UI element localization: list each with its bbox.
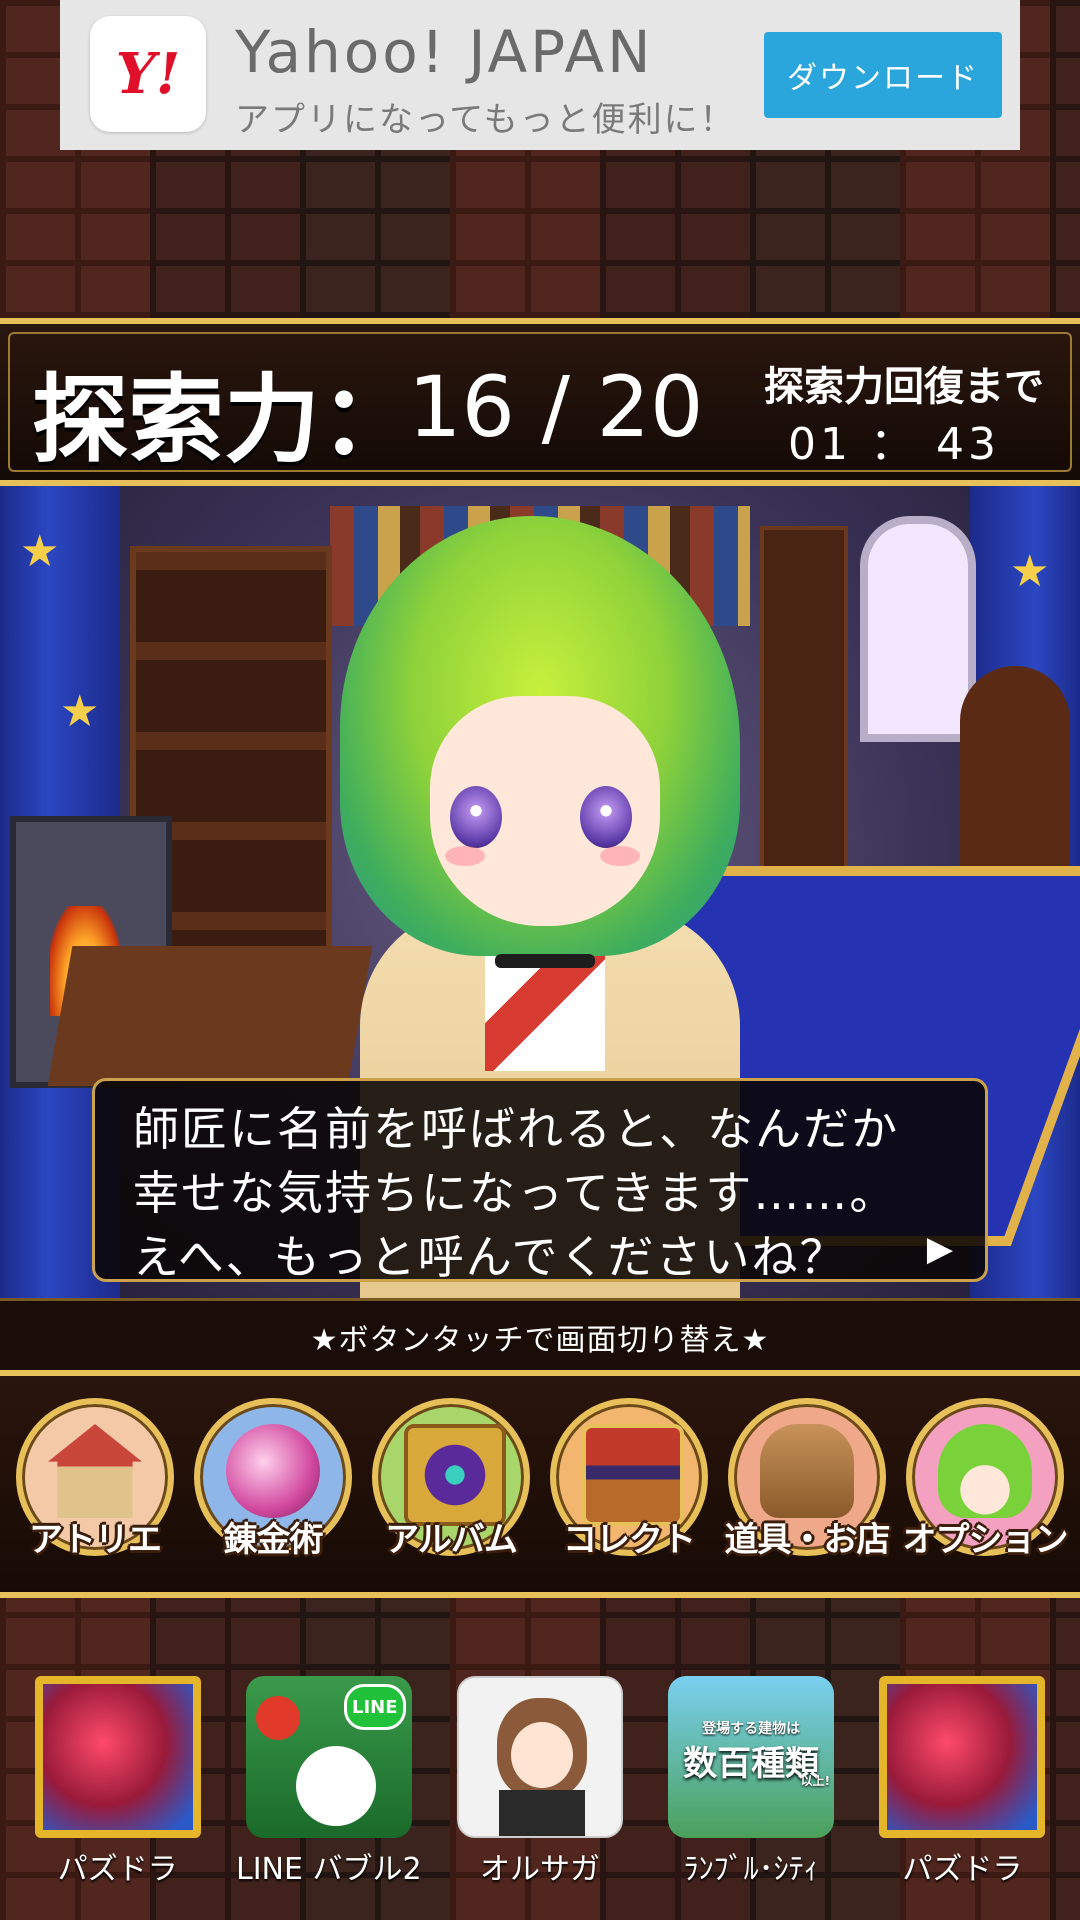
city-overlay-small: 登場する建物は xyxy=(702,1721,801,1737)
next-arrow-icon[interactable]: ▶ xyxy=(927,1229,953,1269)
potion-icon xyxy=(226,1424,320,1518)
star-icon: ★ xyxy=(20,526,60,577)
city-overlay-tiny: 以上! xyxy=(800,1774,831,1788)
ad-title: Yahoo! JAPAN xyxy=(235,18,654,86)
character-eye-right xyxy=(580,786,632,848)
city-icon: 登場する建物は 数百種類 以上! xyxy=(668,1676,835,1838)
menu-button-atelier[interactable]: アトリエ xyxy=(10,1394,180,1574)
line-badge: LINE xyxy=(343,1684,406,1730)
menu-label: アルバム xyxy=(385,1520,518,1560)
menu-label: 道具・お店 xyxy=(724,1520,891,1560)
character-blush xyxy=(600,846,640,866)
app-label: パズドラ xyxy=(902,1852,1023,1887)
app-label: LINE バブル2 xyxy=(235,1852,422,1887)
app-puzzle-dragons-2[interactable]: パズドラ xyxy=(867,1676,1057,1906)
menu-label: 錬金術 xyxy=(223,1520,324,1560)
line-bubble-icon: LINE xyxy=(245,1676,412,1838)
ad-subtitle: アプリになってもっと便利に！ xyxy=(235,100,736,140)
dialog-line-3: えへ、もっと呼んでくださいね？ xyxy=(133,1230,848,1284)
dialog-line-2: 幸せな気持ちになってきます……。 xyxy=(133,1166,898,1220)
stamina-label: 探索力： xyxy=(32,364,416,476)
dragon-icon xyxy=(34,1676,201,1838)
character-blush xyxy=(445,846,485,866)
menu-button-shop[interactable]: 道具・お店 xyxy=(722,1394,892,1574)
app-line-bubble[interactable]: LINE LINE バブル2 xyxy=(234,1676,424,1906)
menu-label: オプション xyxy=(902,1520,1069,1560)
dragon-icon xyxy=(879,1676,1046,1838)
dialog-line-1: 師匠に名前を呼ばれると、なんだか xyxy=(133,1102,900,1156)
yahoo-logo-icon: Y! xyxy=(90,16,206,132)
maid-icon xyxy=(456,1676,623,1838)
dialog-box[interactable]: 師匠に名前を呼ばれると、なんだか 幸せな気持ちになってきます……。 えへ、もっと… xyxy=(92,1078,988,1284)
arched-window xyxy=(860,516,976,742)
app-rumble-city[interactable]: 登場する建物は 数百種類 以上! ﾗﾝﾌﾞﾙ･ｼﾃｨ xyxy=(656,1676,846,1906)
book-icon xyxy=(404,1424,506,1526)
character-choker xyxy=(495,954,595,968)
app-label: オルサガ xyxy=(479,1852,600,1887)
menu-button-alchemy[interactable]: 錬金術 xyxy=(188,1394,358,1574)
stamina-value: 16 / 20 xyxy=(408,358,704,456)
character-icon xyxy=(938,1424,1032,1518)
ad-download-button[interactable]: ダウンロード xyxy=(764,32,1002,118)
menu-button-option[interactable]: オプション xyxy=(900,1394,1070,1574)
menu-button-album[interactable]: アルバム xyxy=(366,1394,536,1574)
menu-label: コレクト xyxy=(563,1520,696,1560)
menu-button-collect[interactable]: コレクト xyxy=(544,1394,714,1574)
stamina-recover-label: 探索力回復まで xyxy=(764,364,1044,410)
main-menu: アトリエ 錬金術 アルバム コレクト 道具・お店 オプション xyxy=(0,1370,1080,1598)
menu-label: アトリエ xyxy=(29,1520,162,1560)
bag-icon xyxy=(760,1424,854,1518)
app-label: パズドラ xyxy=(57,1852,178,1887)
star-icon: ★ xyxy=(1010,546,1050,597)
treasure-chest-icon xyxy=(582,1424,684,1526)
app-puzzle-dragons-1[interactable]: パズドラ xyxy=(23,1676,213,1906)
character-eye-left xyxy=(450,786,502,848)
star-icon: ★ xyxy=(60,686,100,737)
hint-text: ★ボタンタッチで画面切り替え★ xyxy=(0,1298,1080,1373)
recommended-apps: パズドラ LINE LINE バブル2 オルサガ 登場する建物は 数百種類 以上… xyxy=(0,1676,1080,1906)
ad-banner[interactable]: Y! Yahoo! JAPAN アプリになってもっと便利に！ ダウンロード xyxy=(60,0,1020,150)
stamina-bar: 探索力： 16 / 20 探索力回復まで 01 ： 43 xyxy=(0,318,1080,486)
stamina-recover-timer: 01 ： 43 xyxy=(788,419,1000,470)
app-label: ﾗﾝﾌﾞﾙ･ｼﾃｨ xyxy=(683,1852,819,1887)
app-orusaga[interactable]: オルサガ xyxy=(445,1676,635,1906)
